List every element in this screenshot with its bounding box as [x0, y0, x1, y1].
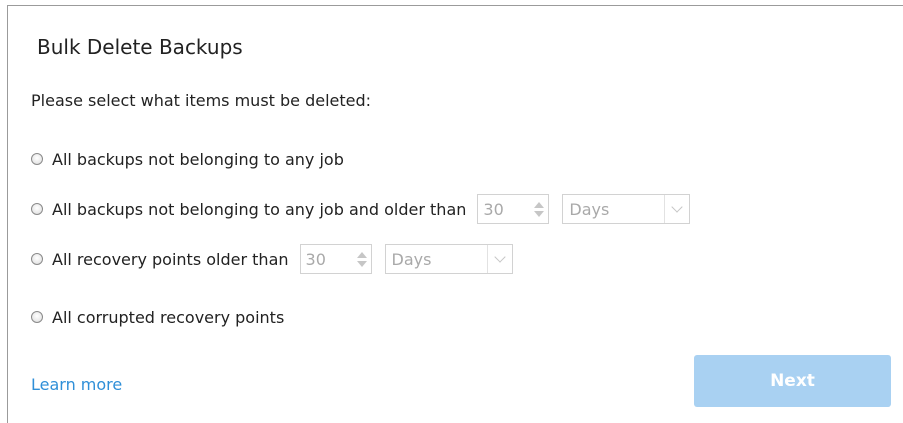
dialog-title: Bulk Delete Backups	[37, 35, 243, 59]
age-spinner-value[interactable]: 30	[478, 200, 530, 219]
up-down-arrows-icon[interactable]	[530, 195, 548, 223]
age-unit-value: Days	[391, 249, 432, 269]
age-spinner[interactable]: 30	[477, 194, 550, 224]
learn-more-link[interactable]: Learn more	[31, 375, 122, 394]
arrow-up-icon[interactable]	[356, 251, 367, 258]
arrow-up-icon[interactable]	[534, 201, 545, 208]
age-spinner[interactable]: 30	[299, 244, 372, 274]
selection-prompt: Please select what items must be deleted…	[31, 91, 372, 110]
option-recovery-points-older-than[interactable]: All recovery points older than 30 Days	[31, 244, 513, 274]
up-down-arrows-icon[interactable]	[353, 245, 371, 273]
bulk-delete-dialog: Bulk Delete Backups Please select what i…	[7, 5, 903, 423]
age-unit-dropdown[interactable]: Days	[384, 244, 513, 274]
option-label: All corrupted recovery points	[52, 307, 285, 327]
age-spinner-value[interactable]: 30	[301, 250, 353, 269]
option-corrupted-recovery-points[interactable]: All corrupted recovery points	[31, 302, 284, 332]
chevron-down-icon[interactable]	[486, 245, 512, 273]
age-unit-dropdown[interactable]: Days	[562, 194, 691, 224]
next-button[interactable]: Next	[694, 355, 891, 407]
radio-button-icon[interactable]	[31, 203, 43, 215]
option-label: All recovery points older than	[52, 249, 289, 269]
option-backups-no-job[interactable]: All backups not belonging to any job	[31, 144, 344, 174]
option-backups-no-job-older-than[interactable]: All backups not belonging to any job and…	[31, 194, 691, 224]
option-label: All backups not belonging to any job	[52, 149, 344, 169]
radio-button-icon[interactable]	[31, 253, 43, 265]
radio-button-icon[interactable]	[31, 153, 43, 165]
option-label: All backups not belonging to any job and…	[52, 199, 467, 219]
age-unit-value: Days	[569, 199, 610, 219]
arrow-down-icon[interactable]	[534, 210, 545, 217]
radio-button-icon[interactable]	[31, 311, 43, 323]
chevron-down-icon[interactable]	[664, 195, 689, 223]
arrow-down-icon[interactable]	[356, 260, 367, 267]
